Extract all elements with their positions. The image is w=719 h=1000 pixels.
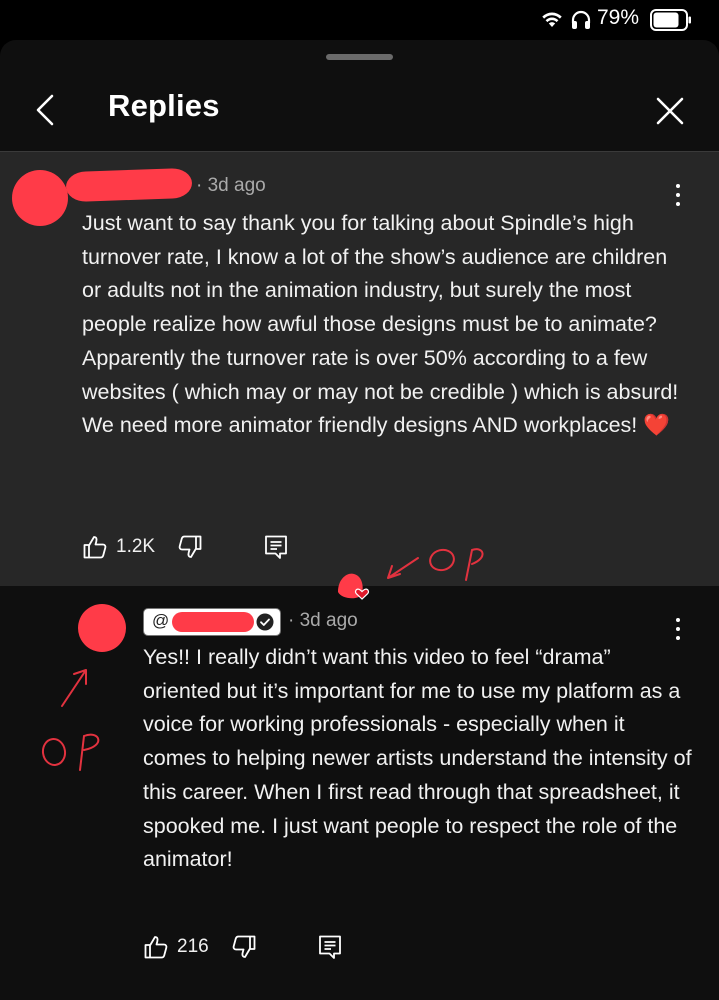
reply-icon[interactable]	[317, 934, 343, 960]
back-button[interactable]	[28, 90, 68, 130]
drag-handle[interactable]	[326, 54, 393, 60]
replies-sheet: Replies · 3d ago Just want to say thank …	[0, 40, 719, 1000]
battery-percentage: 79%	[597, 6, 640, 29]
screen: 79% Replies · 3d ago Just want to say th…	[0, 0, 719, 1000]
replies-header: Replies	[0, 70, 719, 150]
dislike-icon[interactable]	[177, 534, 203, 560]
close-button[interactable]	[650, 91, 690, 131]
avatar-redacted[interactable]	[12, 170, 68, 226]
comment-timestamp: · 3d ago	[196, 175, 266, 196]
comment-text: Just want to say thank you for talking a…	[82, 211, 679, 438]
op-annotation	[387, 548, 484, 581]
more-options-button[interactable]	[666, 614, 690, 644]
parent-comment: · 3d ago Just want to say thank you for …	[0, 152, 719, 600]
headphones-icon	[571, 10, 591, 29]
verified-icon	[256, 613, 274, 631]
handle-at-sign: @	[152, 611, 170, 630]
creator-handle-badge[interactable]: @	[143, 608, 281, 636]
reply-text: Yes!! I really didn’t want this video to…	[143, 645, 692, 872]
username-redacted[interactable]	[65, 167, 193, 203]
creator-heart-icon	[338, 573, 369, 600]
reply-timestamp: · 3d ago	[288, 610, 358, 631]
reply-icon[interactable]	[263, 534, 289, 560]
dislike-icon[interactable]	[231, 934, 257, 960]
like-icon[interactable]	[143, 934, 169, 960]
more-options-button[interactable]	[666, 180, 690, 210]
like-count: 216	[177, 936, 209, 957]
status-bar: 79%	[0, 0, 719, 40]
reply-actions: 216	[143, 934, 343, 960]
handle-redacted	[172, 612, 254, 632]
op-arrow-annotation	[61, 669, 87, 707]
battery-icon	[650, 9, 691, 31]
page-title: Replies	[108, 88, 220, 123]
op-annotation	[41, 733, 100, 771]
avatar-redacted[interactable]	[78, 604, 126, 652]
wifi-icon	[542, 12, 562, 27]
like-icon[interactable]	[82, 534, 108, 560]
comment-actions: 1.2K	[82, 534, 289, 560]
like-count: 1.2K	[116, 536, 156, 557]
